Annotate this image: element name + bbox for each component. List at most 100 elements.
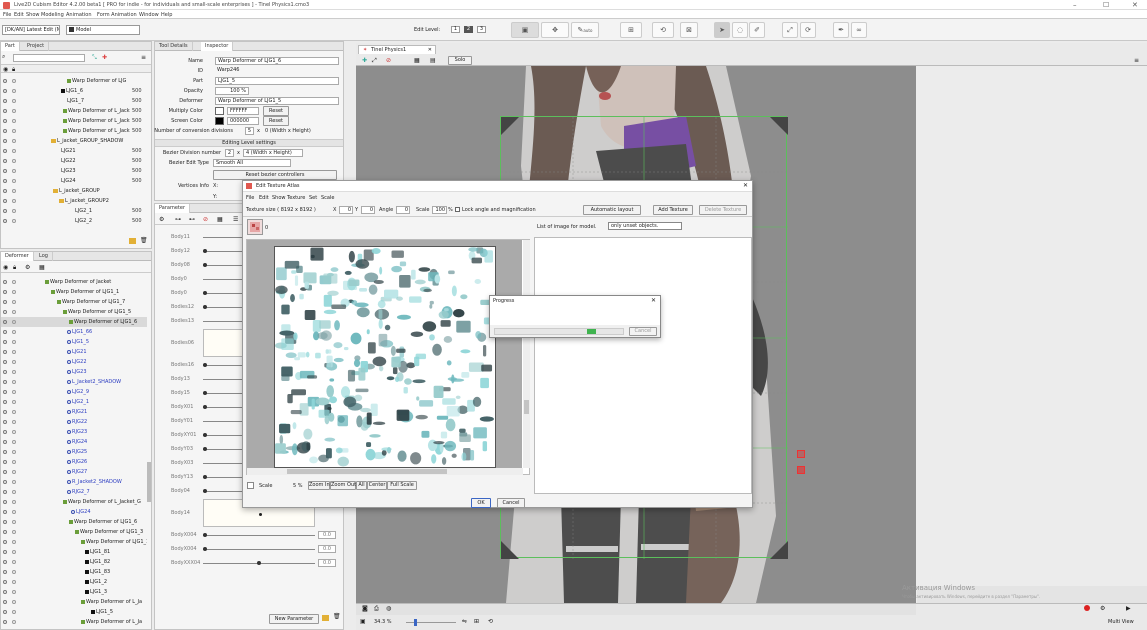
mesh-button[interactable]: ⊠ — [680, 22, 698, 38]
new-parameter-button[interactable]: New Parameter — [269, 614, 319, 624]
lock-toggle-icon[interactable] — [12, 530, 16, 534]
y-field[interactable]: 0 — [361, 206, 375, 214]
rotate-deformer-button[interactable]: ⟲ — [652, 22, 674, 38]
lock-toggle-icon[interactable] — [12, 189, 16, 193]
deformer-button[interactable]: ⊞ — [620, 22, 642, 38]
camera-icon[interactable]: ◙ — [362, 605, 368, 612]
param-folder-icon[interactable] — [322, 615, 329, 621]
lock-toggle-icon[interactable] — [12, 390, 16, 394]
parameter-value-field[interactable]: 0.0 — [318, 545, 336, 553]
visibility-eye-icon[interactable] — [3, 79, 7, 83]
lock-toggle-icon[interactable] — [12, 340, 16, 344]
deformer-tree-row[interactable]: RJG2_7 — [1, 487, 147, 497]
bezier-div-a[interactable]: 2 — [225, 149, 234, 157]
atlas-hscroll-thumb[interactable] — [287, 469, 447, 474]
parts-tree-row[interactable]: Warp Deformer of L_Jack 500 — [1, 126, 151, 136]
menu-window[interactable]: Window — [139, 12, 159, 18]
visibility-eye-icon[interactable] — [3, 600, 7, 604]
visibility-eye-icon[interactable] — [3, 129, 7, 133]
visibility-eye-icon[interactable] — [3, 550, 7, 554]
parts-tree-row[interactable]: Warp Deformer of LJG — [1, 76, 151, 86]
close-button[interactable]: ✕ — [1132, 1, 1138, 9]
visibility-eye-icon[interactable] — [3, 590, 7, 594]
lock-toggle-icon[interactable] — [12, 480, 16, 484]
mode-select[interactable]: Model — [66, 25, 140, 35]
lock-toggle-icon[interactable] — [12, 350, 16, 354]
parameter-slider-knob[interactable] — [203, 433, 207, 437]
tab-project[interactable]: Project — [23, 42, 50, 51]
parts-tree-row[interactable]: LJG1_7 500 — [1, 96, 151, 106]
visibility-eye-icon[interactable] — [3, 430, 7, 434]
pin-marker-2[interactable] — [797, 466, 805, 474]
auto-mesh-button[interactable]: ✎auto — [571, 22, 599, 38]
tab-tool-details[interactable]: Tool Details — [155, 42, 193, 51]
deformer-tree-row[interactable]: RJG24 — [1, 437, 147, 447]
lock-toggle-icon[interactable] — [12, 610, 16, 614]
lock-toggle-icon[interactable] — [12, 550, 16, 554]
deformer-tree-row[interactable]: LJG22 — [1, 357, 147, 367]
deformer-tree-row[interactable]: LJG23 — [1, 367, 147, 377]
parameter-slider-track[interactable] — [203, 535, 315, 536]
expand-icon[interactable]: ⤡ — [92, 54, 97, 62]
image-list-filter[interactable]: only unset objects. — [608, 222, 682, 230]
parts-tree-row[interactable]: L_jacket_GROUP2 — [1, 196, 151, 206]
visibility-eye-icon[interactable] — [3, 470, 7, 474]
visibility-eye-icon[interactable] — [3, 350, 7, 354]
solo-button[interactable]: Solo — [448, 56, 472, 65]
parameter-slider-knob[interactable] — [203, 533, 207, 537]
deformer-tree-row[interactable]: RJG23 — [1, 427, 147, 437]
bezier-div-b[interactable]: 4 (Width x Height) — [243, 149, 303, 157]
fit-view-icon[interactable]: ▣ — [360, 618, 366, 625]
multi-view-label[interactable]: Multi View — [1108, 619, 1134, 625]
deformer-select[interactable]: Warp Deformer of LJG1_5 — [215, 97, 339, 105]
zoom-in-button[interactable]: Zoom In — [308, 481, 330, 490]
parts-tree-row[interactable]: LJG1_6 500 — [1, 86, 151, 96]
key-icon[interactable]: ⊶ — [175, 216, 181, 223]
menu-animation[interactable]: Animation — [66, 12, 92, 18]
progress-close-icon[interactable]: ✕ — [651, 297, 656, 304]
parameter-value-field[interactable]: 0.0 — [318, 559, 336, 567]
edit-level-3[interactable]: 3 — [477, 26, 486, 33]
grid-icon[interactable]: ▦ — [217, 216, 223, 223]
lock-toggle-icon[interactable] — [12, 129, 16, 133]
blend-icon[interactable]: ⊷ — [189, 216, 195, 223]
deformer-tree-row[interactable]: RJG27 — [1, 467, 147, 477]
visibility-eye-icon[interactable] — [3, 460, 7, 464]
multiply-reset-button[interactable]: Reset — [263, 106, 289, 116]
all-button[interactable]: All — [356, 481, 367, 490]
reset-view-icon[interactable]: ⟲ — [488, 618, 493, 625]
visibility-eye-icon[interactable] — [3, 480, 7, 484]
atlas-hscroll[interactable] — [247, 468, 523, 475]
center-button[interactable]: Center — [367, 481, 387, 490]
panel-menu-icon[interactable]: ≡ — [141, 54, 146, 61]
parts-tree-row[interactable]: LJG2_2 500 — [1, 216, 151, 226]
lock-toggle-icon[interactable] — [12, 370, 16, 374]
menu-file[interactable]: File — [3, 12, 11, 18]
deformer-tree-row[interactable]: Warp Deformer of LJG1_7 — [1, 297, 147, 307]
visibility-eye-icon[interactable] — [3, 290, 7, 294]
view-tool-icon-2[interactable]: ⤢ — [372, 57, 377, 65]
view-tool-icon-4[interactable]: ▦ — [414, 57, 420, 64]
visibility-eye-icon[interactable] — [3, 520, 7, 524]
deformer-tree-row[interactable]: LJG1_83 — [1, 567, 147, 577]
lock-toggle-icon[interactable] — [12, 470, 16, 474]
deformer-tree-row[interactable]: LJG2_1 — [1, 397, 147, 407]
visibility-eye-icon[interactable] — [3, 159, 7, 163]
deformer-tree-row[interactable]: RJG22 — [1, 417, 147, 427]
parameter-slider-knob[interactable] — [203, 405, 207, 409]
capture-icon[interactable]: ⎙ — [374, 605, 379, 613]
view-options-icon[interactable]: ≡ — [1134, 57, 1139, 64]
visibility-eye-icon[interactable] — [3, 99, 7, 103]
deformer-tree-row[interactable]: Warp Deformer of L_Ja — [1, 617, 147, 627]
x-field[interactable]: 0 — [339, 206, 353, 214]
lock-toggle-icon[interactable] — [12, 420, 16, 424]
screen-field[interactable]: 000000 — [227, 117, 259, 125]
deformer-tree-row[interactable]: Warp Deformer of LJG1_1 — [1, 537, 147, 547]
deformer-tree-row[interactable]: LJG2_9 — [1, 387, 147, 397]
deformer-tree-row[interactable]: Warp Deformer of LJG1_1 — [1, 287, 147, 297]
parts-tree-row[interactable]: LJG21 500 — [1, 146, 151, 156]
lock-toggle-icon[interactable] — [12, 300, 16, 304]
lock-toggle-icon[interactable] — [12, 440, 16, 444]
automatic-layout-button[interactable]: Automatic layout — [583, 205, 641, 215]
deformer-tree-row[interactable]: LJG24 — [1, 507, 147, 517]
